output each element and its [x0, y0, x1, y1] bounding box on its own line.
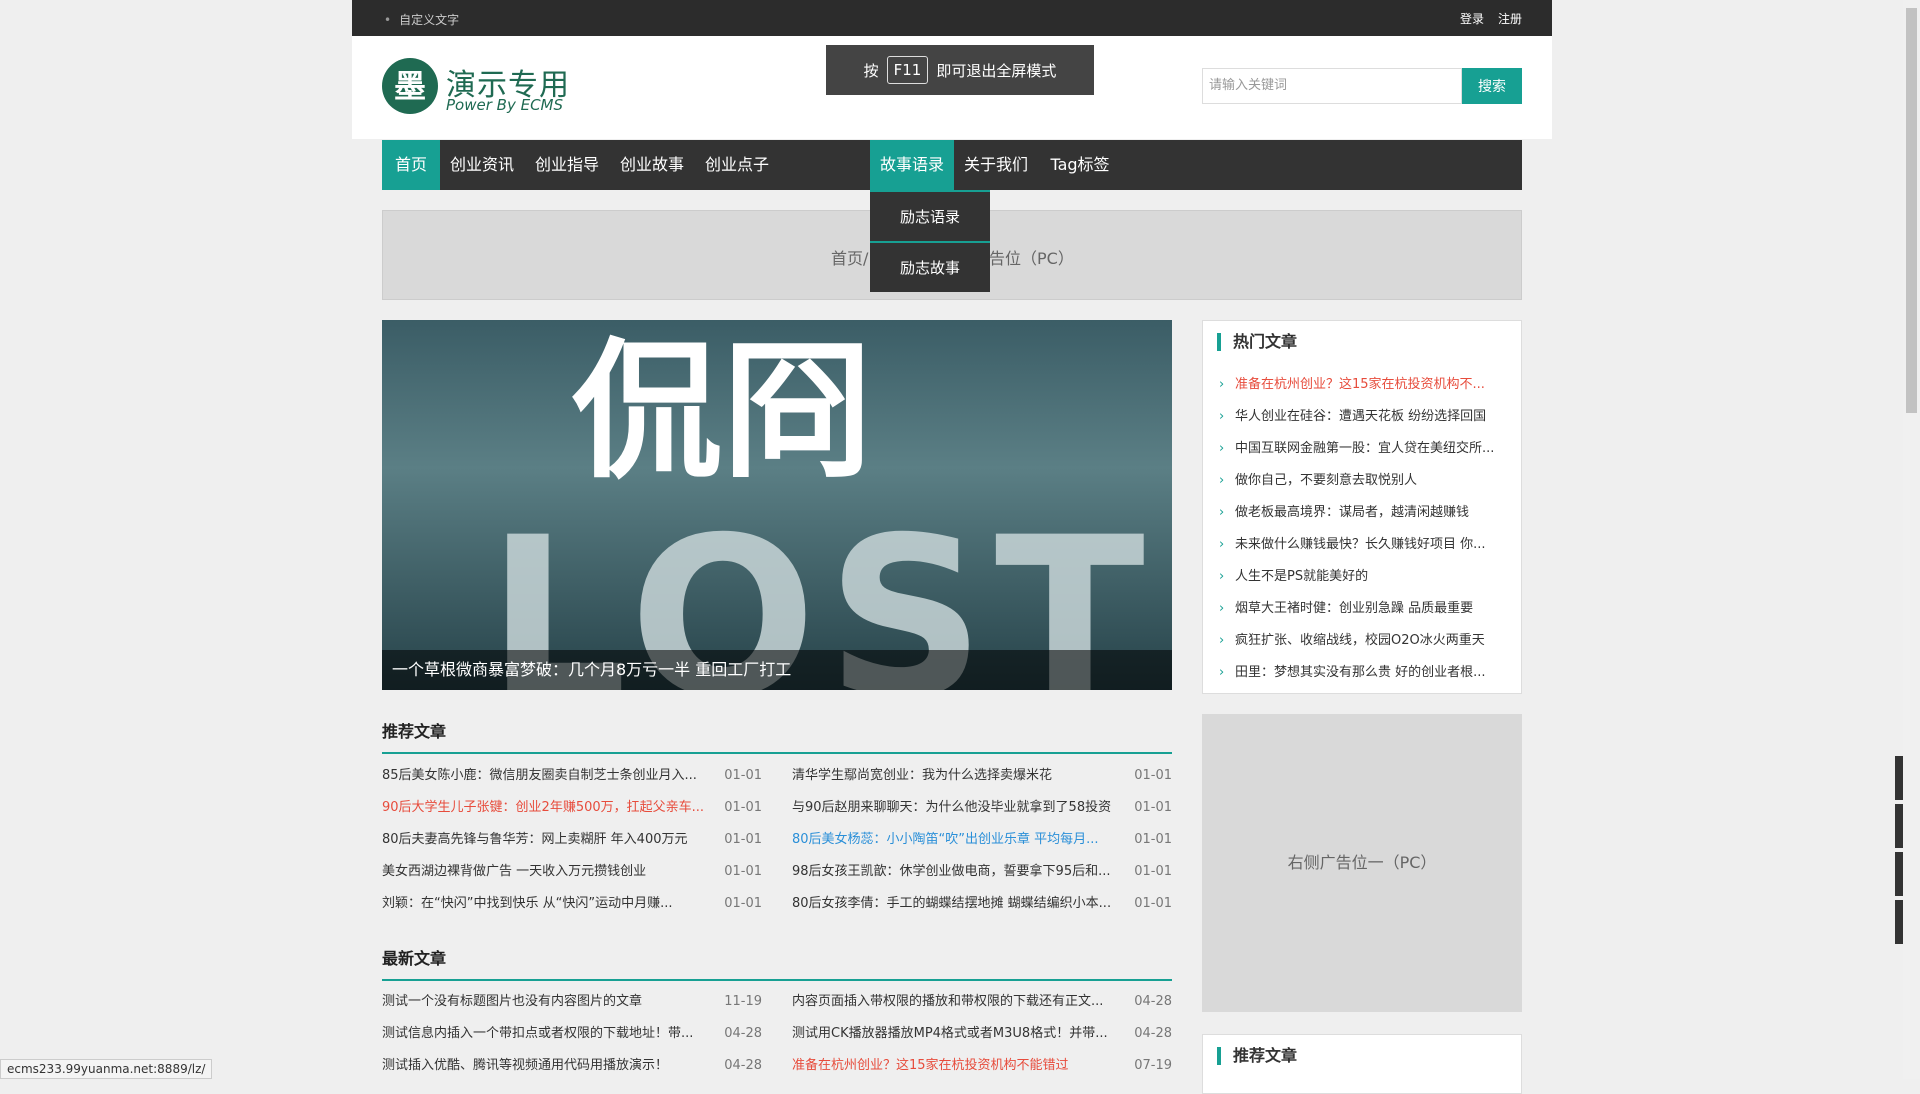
main-nav: 首页 创业资讯 创业指导 创业故事 创业点子 故事语录 关于我们 Tag标签 — [382, 140, 1522, 190]
status-url: ecms233.99yuanma.net:8889/lz/ — [0, 1059, 212, 1079]
list-item[interactable]: 田里：梦想其实没有那么贵 好的创业者根... — [1217, 657, 1517, 689]
login-link[interactable]: 登录 — [1460, 10, 1484, 27]
list-item[interactable]: 刘颖：在“快闪”中找到快乐 从“快闪”运动中月赚...01-01 — [382, 888, 762, 920]
ad-label: 告位（PC） — [989, 245, 1074, 269]
hero-caption[interactable]: 一个草根微商暴富梦破：几个月8万亏一半 重回工厂打工 — [382, 650, 1172, 690]
custom-text: 自定义文字 — [384, 11, 459, 28]
list-item[interactable]: 测试信息内插入一个带扣点或者权限的下载地址！带...04-28 — [382, 1018, 762, 1050]
f11-prefix: 按 — [864, 60, 879, 81]
hot-articles-list: 准备在杭州创业？这15家在杭投资机构不... 华人创业在硅谷：遭遇天花板 纷纷选… — [1217, 369, 1517, 689]
register-link[interactable]: 注册 — [1498, 10, 1522, 27]
list-item[interactable]: 80后美女杨蕊：小小陶笛“吹”出创业乐章 平均每月...01-01 — [792, 824, 1172, 856]
nav-item-guide[interactable]: 创业指导 — [524, 140, 610, 190]
list-item[interactable]: 清华学生鄢尚宽创业：我为什么选择卖爆米花01-01 — [792, 760, 1172, 792]
dropdown-item-inspire-stories[interactable]: 励志故事 — [870, 241, 990, 292]
nav-item-home[interactable]: 首页 — [382, 140, 440, 190]
list-item[interactable]: 做老板最高境界：谋局者，越清闲越赚钱 — [1217, 497, 1517, 529]
list-item[interactable]: 准备在杭州创业？这15家在杭投资机构不... — [1217, 369, 1517, 401]
latest-list-left: 测试一个没有标题图片也没有内容图片的文章11-19 测试信息内插入一个带扣点或者… — [382, 986, 762, 1082]
logo-subtitle: Power By ECMS — [446, 96, 563, 114]
list-item[interactable]: 85后美女陈小鹿：微信朋友圈卖自制芝士条创业月入...01-01 — [382, 760, 762, 792]
breadcrumb[interactable]: 首页/ — [831, 245, 868, 269]
list-item[interactable]: 测试一个没有标题图片也没有内容图片的文章11-19 — [382, 986, 762, 1018]
f11-key: F11 — [887, 56, 929, 84]
side-recommended-title: 推荐文章 — [1217, 1047, 1297, 1065]
list-item[interactable]: 做你自己，不要刻意去取悦别人 — [1217, 465, 1517, 497]
recommended-list-right: 清华学生鄢尚宽创业：我为什么选择卖爆米花01-01 与90后赵朋来聊聊天：为什么… — [792, 760, 1172, 920]
list-item[interactable]: 测试插入优酷、腾讯等视频通用代码用播放演示！04-28 — [382, 1050, 762, 1082]
nav-item-news[interactable]: 创业资讯 — [440, 140, 524, 190]
hot-articles-box: 热门文章 准备在杭州创业？这15家在杭投资机构不... 华人创业在硅谷：遭遇天花… — [1202, 320, 1522, 694]
latest-title: 最新文章 — [382, 945, 1172, 981]
side-ad-banner[interactable]: 右侧广告位一（PC） — [1202, 714, 1522, 1012]
hero-image-text: 侃冏 — [572, 320, 872, 507]
list-item[interactable]: 90后大学生儿子张键：创业2年赚500万，扛起父亲车...01-01 — [382, 792, 762, 824]
list-item[interactable]: 80后女孩李倩：手工的蝴蝶结摆地摊 蝴蝶结编织小本...01-01 — [792, 888, 1172, 920]
list-item[interactable]: 与90后赵朋来聊聊天：为什么他没毕业就拿到了58投资01-01 — [792, 792, 1172, 824]
page-scrollbar[interactable] — [1903, 0, 1920, 1079]
list-item[interactable]: 内容页面插入带权限的播放和带权限的下载还有正文...04-28 — [792, 986, 1172, 1018]
search-button[interactable]: 搜索 — [1462, 68, 1522, 104]
hot-articles-title: 热门文章 — [1217, 333, 1297, 351]
list-item[interactable]: 准备在杭州创业？这15家在杭投资机构不能错过07-19 — [792, 1050, 1172, 1082]
dropdown-item-inspire-quotes[interactable]: 励志语录 — [870, 190, 990, 241]
nav-dropdown: 励志语录 励志故事 — [870, 190, 990, 292]
list-item[interactable]: 华人创业在硅谷：遭遇天花板 纷纷选择回国 — [1217, 401, 1517, 433]
nav-item-ideas[interactable]: 创业点子 — [694, 140, 780, 190]
scrollbar-thumb[interactable] — [1906, 8, 1917, 413]
hero-slider[interactable]: 侃冏 LOST 一个草根微商暴富梦破：几个月8万亏一半 重回工厂打工 — [382, 320, 1172, 690]
nav-item-quotes[interactable]: 故事语录 — [870, 140, 954, 190]
nav-item-stories[interactable]: 创业故事 — [610, 140, 694, 190]
search-input[interactable]: 请输入关键词 — [1202, 68, 1462, 104]
list-item[interactable]: 烟草大王褚时健：创业别急躁 品质最重要 — [1217, 593, 1517, 625]
logo-icon[interactable]: 墨 — [382, 58, 438, 114]
list-item[interactable]: 测试用CK播放器播放MP4格式或者M3U8格式！并带...04-28 — [792, 1018, 1172, 1050]
f11-suffix: 即可退出全屏模式 — [936, 60, 1056, 81]
list-item[interactable]: 98后女孩王凯歆：休学创业做电商，誓要拿下95后和...01-01 — [792, 856, 1172, 888]
list-item[interactable]: 80后夫妻高先锋与鲁华芳：网上卖糊肝 年入400万元01-01 — [382, 824, 762, 856]
fullscreen-notice: 按 F11 即可退出全屏模式 — [826, 45, 1094, 95]
recommended-list-left: 85后美女陈小鹿：微信朋友圈卖自制芝士条创业月入...01-01 90后大学生儿… — [382, 760, 762, 920]
recommended-title: 推荐文章 — [382, 718, 1172, 754]
list-item[interactable]: 人生不是PS就能美好的 — [1217, 561, 1517, 593]
nav-item-tags[interactable]: Tag标签 — [1038, 140, 1122, 190]
list-item[interactable]: 美女西湖边裸背做广告 一天收入万元攒钱创业01-01 — [382, 856, 762, 888]
latest-list-right: 内容页面插入带权限的播放和带权限的下载还有正文...04-28 测试用CK播放器… — [792, 986, 1172, 1082]
nav-item-about[interactable]: 关于我们 — [954, 140, 1038, 190]
list-item[interactable]: 未来做什么赚钱最快？长久赚钱好项目 你... — [1217, 529, 1517, 561]
side-recommended-box: 推荐文章 — [1202, 1034, 1522, 1094]
top-bar: 自定义文字 登录 注册 — [352, 0, 1552, 36]
list-item[interactable]: 中国互联网金融第一股：宜人贷在美纽交所... — [1217, 433, 1517, 465]
list-item[interactable]: 疯狂扩张、收缩战线，校园O2O冰火两重天 — [1217, 625, 1517, 657]
